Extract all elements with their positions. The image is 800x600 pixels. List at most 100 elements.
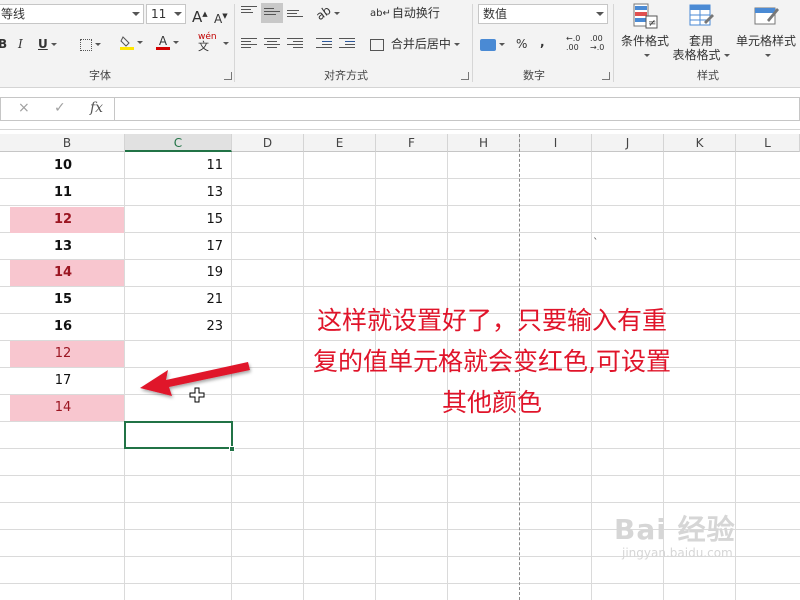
fill-color-button[interactable] bbox=[120, 32, 143, 52]
cell-b-14-new-duplicate[interactable]: 14 bbox=[10, 395, 124, 421]
cell-c-11[interactable]: 11 bbox=[125, 153, 231, 179]
number-format-select[interactable]: 数值 bbox=[478, 4, 608, 24]
formula-bar: × ✓ fx bbox=[0, 88, 800, 130]
merge-center-button[interactable]: 合并后居中 bbox=[370, 34, 460, 54]
underline-button[interactable]: U bbox=[38, 34, 57, 54]
decrease-indent-icon[interactable] bbox=[316, 36, 332, 50]
percent-button[interactable]: % bbox=[516, 34, 527, 54]
border-icon bbox=[80, 38, 92, 51]
cell-b-11[interactable]: 11 bbox=[10, 180, 124, 206]
wrap-text-icon: ab↵ bbox=[370, 7, 391, 19]
column-header-f[interactable]: F bbox=[376, 134, 448, 152]
format-as-table-button[interactable]: 套用 表格格式 bbox=[672, 0, 730, 62]
watermark-main: Bai 经验 bbox=[614, 513, 736, 546]
font-size-select[interactable]: 11 bbox=[146, 4, 186, 24]
cell-c-15[interactable]: 15 bbox=[125, 207, 231, 233]
alignment-dialog-launcher[interactable] bbox=[461, 72, 469, 80]
stray-mark: ` bbox=[593, 236, 599, 249]
align-top-icon[interactable] bbox=[241, 4, 257, 18]
bold-button[interactable]: B bbox=[0, 34, 7, 54]
column-header-j[interactable]: J bbox=[592, 134, 664, 152]
cell-c-19[interactable]: 19 bbox=[125, 260, 231, 286]
cursor-icon bbox=[189, 387, 205, 403]
cell-b-10[interactable]: 10 bbox=[10, 153, 124, 179]
table-format-label-1: 套用 bbox=[688, 34, 713, 48]
column-header-c[interactable]: C bbox=[125, 134, 232, 152]
font-name-value: 等线 bbox=[1, 7, 26, 21]
font-group-label: 字体 bbox=[89, 69, 111, 82]
chevron-down-icon bbox=[132, 12, 140, 16]
increase-font-size-button[interactable]: A▲ bbox=[192, 4, 208, 26]
formula-input[interactable] bbox=[114, 97, 800, 121]
number-format-value: 数值 bbox=[483, 7, 508, 21]
column-header-l[interactable]: L bbox=[736, 134, 800, 152]
fill-handle[interactable] bbox=[229, 446, 235, 452]
cell-c-21[interactable]: 21 bbox=[125, 287, 231, 313]
comma-button[interactable]: , bbox=[540, 32, 545, 52]
conditional-formatting-button[interactable]: ≠ 条件格式 bbox=[618, 0, 672, 62]
insert-function-icon[interactable]: fx bbox=[90, 100, 103, 116]
cell-c-13[interactable]: 13 bbox=[125, 180, 231, 206]
watermark-url: jingyan.baidu.com bbox=[622, 546, 733, 560]
enter-icon[interactable]: ✓ bbox=[54, 100, 66, 116]
align-bottom-icon[interactable] bbox=[287, 8, 303, 22]
cell-b-13[interactable]: 13 bbox=[10, 234, 124, 260]
phonetic-button[interactable]: wén 文 bbox=[198, 32, 217, 52]
cell-c-23[interactable]: 23 bbox=[125, 314, 231, 340]
alignment-group-label: 对齐方式 bbox=[324, 69, 368, 82]
font-dialog-launcher[interactable] bbox=[224, 72, 232, 80]
accounting-format-button[interactable] bbox=[480, 34, 505, 54]
font-color-icon: A bbox=[156, 35, 170, 50]
merge-cells-icon bbox=[370, 38, 384, 51]
cell-b-12-new-duplicate[interactable]: 12 bbox=[10, 341, 124, 367]
conditional-format-label: 条件格式 bbox=[620, 34, 669, 48]
font-color-button[interactable]: A bbox=[156, 32, 179, 52]
active-cell-selection[interactable] bbox=[124, 421, 233, 449]
cell-c-17[interactable]: 17 bbox=[125, 234, 231, 260]
column-header-h[interactable]: H bbox=[448, 134, 520, 152]
italic-button[interactable]: I bbox=[18, 34, 23, 54]
cell-styles-label: 单元格样式 bbox=[735, 34, 796, 48]
decrease-font-size-button[interactable]: A▼ bbox=[214, 6, 228, 26]
annotation-text: 这样就设置好了，只要输入有重 复的值单元格就会变红色,可设置 其他颜色 bbox=[292, 300, 692, 423]
column-header-d[interactable]: D bbox=[232, 134, 304, 152]
column-header-b[interactable]: B bbox=[10, 134, 125, 152]
increase-indent-icon[interactable] bbox=[339, 36, 355, 50]
chevron-down-icon bbox=[174, 12, 182, 16]
cell-b-14-duplicate[interactable]: 14 bbox=[10, 260, 124, 286]
increase-decimal-button[interactable]: ←.0 .00 bbox=[566, 34, 584, 54]
table-format-icon bbox=[688, 2, 714, 30]
phonetic-icon: 文 bbox=[198, 40, 209, 53]
column-header-k[interactable]: K bbox=[664, 134, 736, 152]
conditional-format-icon: ≠ bbox=[632, 2, 658, 30]
text-orientation-icon: ab bbox=[313, 2, 334, 24]
cell-b-16[interactable]: 16 bbox=[10, 314, 124, 340]
paint-bucket-icon bbox=[120, 35, 134, 50]
orientation-button[interactable]: ab bbox=[313, 3, 340, 23]
cell-b-15[interactable]: 15 bbox=[10, 287, 124, 313]
align-middle-icon[interactable] bbox=[261, 3, 283, 23]
cell-b-17-new[interactable]: 17 bbox=[10, 368, 124, 394]
ribbon: 等线 11 A▲ A▼ B I U A wén 文 字体 ab ab↵ 自动 bbox=[0, 0, 800, 88]
column-header-corner bbox=[0, 134, 10, 152]
number-group-label: 数字 bbox=[523, 69, 545, 82]
baidu-jingyan-watermark: Bai 经验 jingyan.baidu.com bbox=[614, 508, 736, 560]
decrease-decimal-button[interactable]: .00 →.0 bbox=[590, 34, 608, 54]
align-center-icon[interactable] bbox=[264, 36, 280, 50]
column-header-i[interactable]: I bbox=[520, 134, 592, 152]
column-header-e[interactable]: E bbox=[304, 134, 376, 152]
cell-styles-button[interactable]: 单元格样式 bbox=[734, 0, 798, 62]
align-right-icon[interactable] bbox=[287, 36, 303, 50]
wrap-text-button[interactable]: ab↵ 自动换行 bbox=[370, 3, 440, 23]
chevron-down-icon bbox=[596, 12, 604, 16]
cancel-icon[interactable]: × bbox=[18, 100, 30, 116]
cell-b-12-duplicate[interactable]: 12 bbox=[10, 207, 124, 233]
borders-button[interactable] bbox=[80, 34, 101, 54]
font-size-value: 11 bbox=[151, 7, 167, 21]
annotation-line-2: 复的值单元格就会变红色,可设置 bbox=[313, 347, 671, 376]
styles-group-label: 样式 bbox=[697, 69, 719, 82]
currency-icon bbox=[480, 38, 496, 51]
number-dialog-launcher[interactable] bbox=[602, 72, 610, 80]
align-left-icon[interactable] bbox=[241, 36, 257, 50]
font-name-select[interactable]: 等线 bbox=[0, 4, 144, 24]
